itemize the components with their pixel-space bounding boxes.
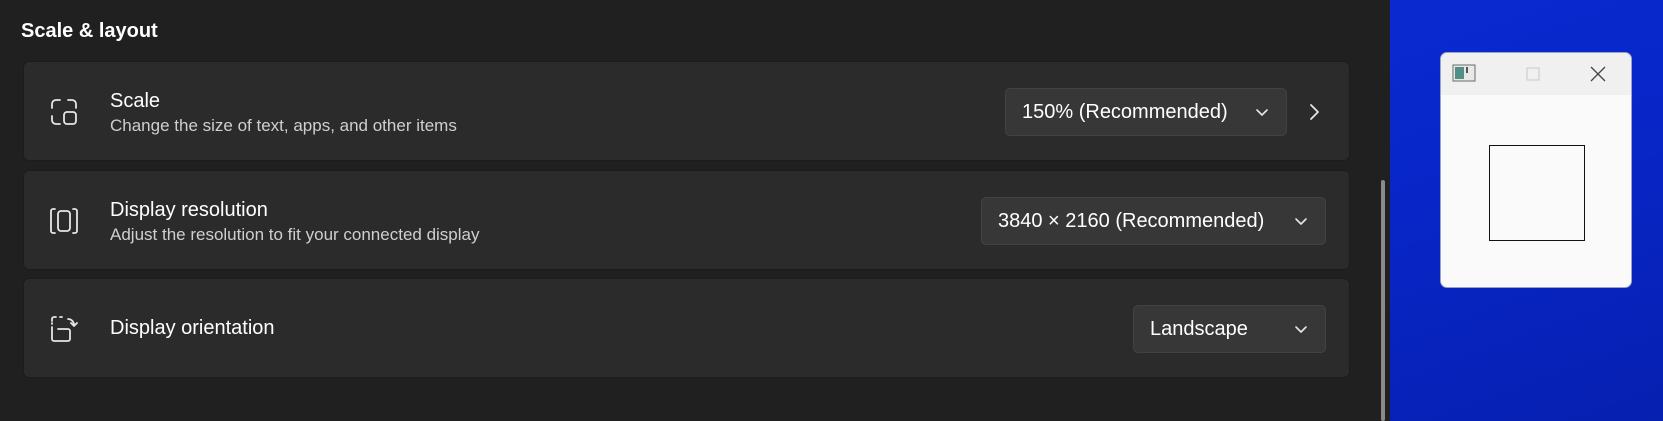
resolution-description: Adjust the resolution to fit your connec… <box>110 225 480 244</box>
scale-dropdown-value: 150% (Recommended) <box>1022 100 1228 123</box>
maximize-icon[interactable] <box>1525 66 1541 82</box>
resolution-dropdown-value: 3840 × 2160 (Recommended) <box>998 209 1265 232</box>
window-content-square <box>1489 145 1585 241</box>
resolution-dropdown[interactable]: 3840 × 2160 (Recommended) <box>981 197 1326 245</box>
section-title: Scale & layout <box>21 20 158 42</box>
resolution-card: Display resolution Adjust the resolution… <box>23 170 1350 270</box>
scale-text: Scale Change the size of text, apps, and… <box>110 88 457 138</box>
chevron-down-icon <box>1256 109 1268 116</box>
settings-pane: Scale & layout Scale Change the size of … <box>0 0 1390 421</box>
resolution-text: Display resolution Adjust the resolution… <box>110 197 480 247</box>
small-app-window[interactable] <box>1440 52 1632 288</box>
chevron-down-icon <box>1295 326 1307 333</box>
scale-title: Scale <box>110 90 161 112</box>
resolution-title: Display resolution <box>110 199 268 221</box>
scrollbar[interactable] <box>1381 180 1385 421</box>
orientation-dropdown-value: Landscape <box>1150 317 1248 340</box>
scale-card[interactable]: Scale Change the size of text, apps, and… <box>23 61 1350 161</box>
orientation-dropdown[interactable]: Landscape <box>1133 305 1326 353</box>
orientation-text: Display orientation <box>110 315 275 341</box>
orientation-icon <box>51 316 78 342</box>
orientation-card: Display orientation Landscape <box>23 278 1350 378</box>
app-icon <box>1452 64 1476 82</box>
scale-dropdown[interactable]: 150% (Recommended) <box>1005 88 1287 136</box>
scale-icon <box>51 99 77 125</box>
chevron-right-icon[interactable] <box>1303 100 1325 124</box>
desktop-background <box>1390 0 1663 421</box>
resolution-icon <box>50 208 78 234</box>
scale-description: Change the size of text, apps, and other… <box>110 116 457 135</box>
chevron-down-icon <box>1295 218 1307 225</box>
window-titlebar[interactable] <box>1441 53 1631 95</box>
orientation-title: Display orientation <box>110 317 275 339</box>
close-icon[interactable] <box>1587 63 1609 85</box>
